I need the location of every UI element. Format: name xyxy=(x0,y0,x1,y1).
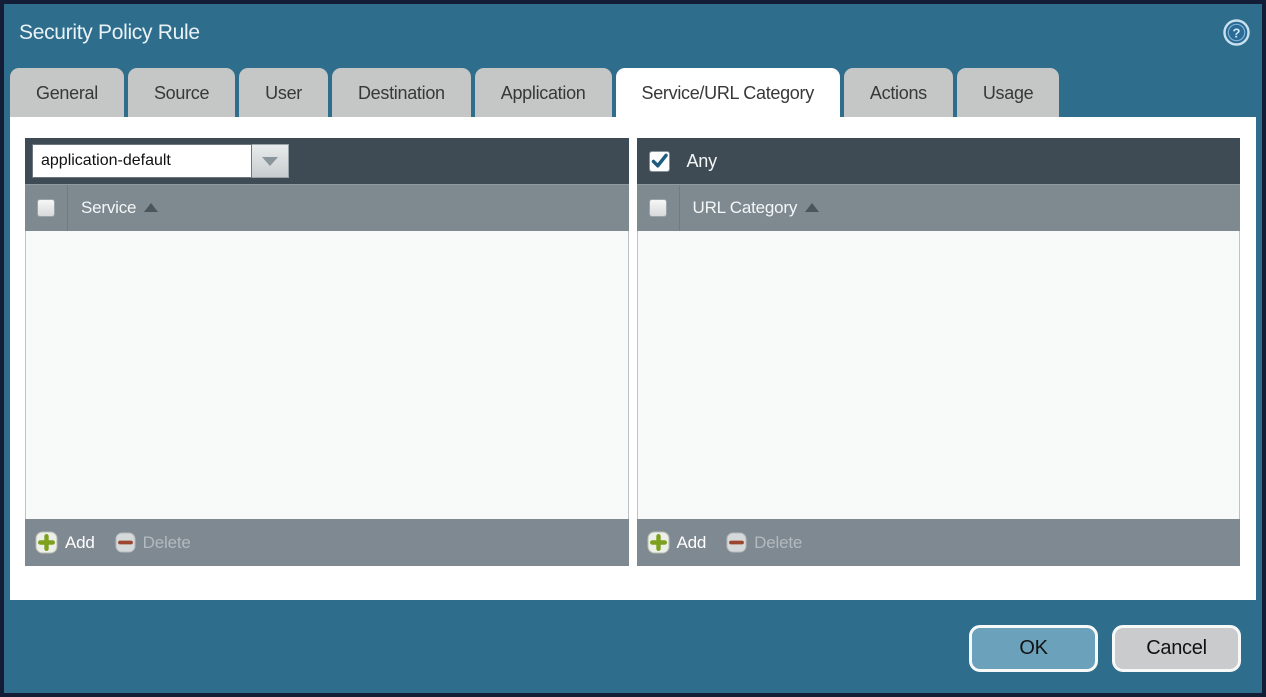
service-add-button[interactable]: Add xyxy=(35,531,95,554)
service-select-all-cell xyxy=(25,185,68,231)
minus-icon xyxy=(115,532,136,553)
url-category-delete-button[interactable]: Delete xyxy=(726,532,802,553)
url-category-panel-toolbar: Any xyxy=(637,138,1241,184)
svg-text:?: ? xyxy=(1233,26,1241,41)
url-category-column-label: URL Category xyxy=(693,198,798,218)
title-bar: Security Policy Rule ? xyxy=(4,4,1262,66)
url-category-list xyxy=(637,231,1241,519)
service-column-label: Service xyxy=(81,198,136,218)
tab-source[interactable]: Source xyxy=(128,68,235,117)
checkmark-icon xyxy=(650,150,669,172)
cancel-button[interactable]: Cancel xyxy=(1112,625,1241,672)
any-checkbox[interactable] xyxy=(649,151,670,172)
sort-ascending-icon xyxy=(805,203,819,212)
any-label: Any xyxy=(675,151,717,172)
url-category-panel-footer: Add Delete xyxy=(637,519,1241,566)
service-select-all-checkbox[interactable] xyxy=(37,199,55,217)
service-column-header[interactable]: Service xyxy=(25,184,629,231)
service-delete-button[interactable]: Delete xyxy=(115,532,191,553)
security-policy-rule-dialog: Security Policy Rule ? General Source Us… xyxy=(0,0,1266,697)
tab-general[interactable]: General xyxy=(10,68,124,117)
sort-ascending-icon xyxy=(144,203,158,212)
service-type-dropdown-value[interactable]: application-default xyxy=(32,144,252,178)
service-panel-toolbar: application-default xyxy=(25,138,629,184)
url-category-select-all-cell xyxy=(637,185,680,231)
plus-icon xyxy=(35,531,58,554)
url-category-panel: Any URL Category xyxy=(637,138,1241,566)
service-list xyxy=(25,231,629,519)
tab-user[interactable]: User xyxy=(239,68,328,117)
chevron-down-icon xyxy=(262,157,278,166)
tab-service-url-category[interactable]: Service/URL Category xyxy=(616,68,840,117)
minus-icon xyxy=(726,532,747,553)
url-category-add-button[interactable]: Add xyxy=(647,531,707,554)
tab-destination[interactable]: Destination xyxy=(332,68,471,117)
dialog-title: Security Policy Rule xyxy=(19,18,200,45)
tab-usage[interactable]: Usage xyxy=(957,68,1060,117)
dialog-action-buttons: OK Cancel xyxy=(969,625,1241,672)
tab-content-area: application-default Service xyxy=(10,117,1256,600)
url-category-select-all-checkbox[interactable] xyxy=(649,199,667,217)
service-type-dropdown[interactable]: application-default xyxy=(32,144,289,178)
plus-icon xyxy=(647,531,670,554)
help-icon[interactable]: ? xyxy=(1223,19,1250,51)
service-panel-footer: Add Delete xyxy=(25,519,629,566)
service-panel: application-default Service xyxy=(25,138,629,566)
tab-strip: General Source User Destination Applicat… xyxy=(4,66,1262,117)
url-category-column-header[interactable]: URL Category xyxy=(637,184,1241,231)
tab-actions[interactable]: Actions xyxy=(844,68,953,117)
service-type-dropdown-button[interactable] xyxy=(252,144,289,178)
tab-application[interactable]: Application xyxy=(475,68,612,117)
ok-button[interactable]: OK xyxy=(969,625,1098,672)
